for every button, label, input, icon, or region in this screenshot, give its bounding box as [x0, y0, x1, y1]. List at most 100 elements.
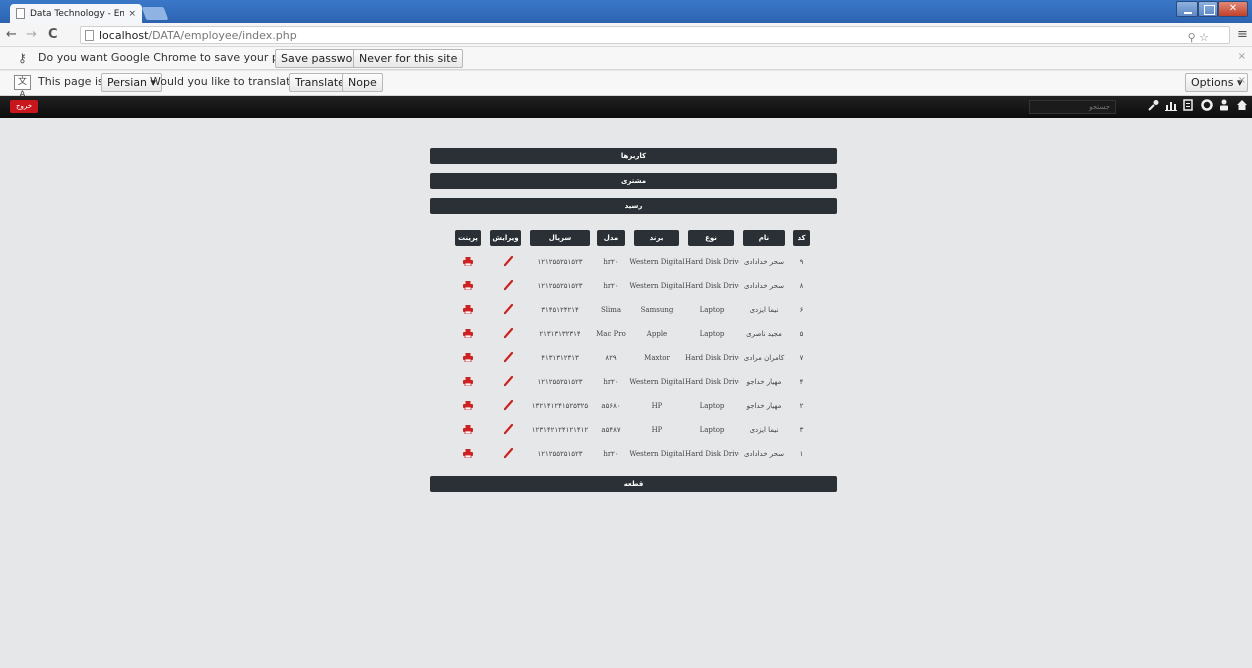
- cell-brand: Western Digital: [629, 282, 685, 290]
- cell-name: سحر خدادادی: [743, 450, 785, 458]
- table-row: ۴۱۳۱۳۱۲۳۱۳ ۸۲۹ Maxtor Hard Disk Drive کامران…: [455, 348, 810, 368]
- cell-brand: Western Digital: [629, 258, 685, 266]
- table-row: ۱۲۳۱۴۲۱۲۴۱۲۱۴۱۲ a۵۴۸۷ HP Laptop نیما ایزدی ۳: [455, 420, 810, 440]
- translate-infobar: 文A This page is in Persian ▾ Would you l…: [0, 71, 1252, 100]
- cell-code: ۶: [799, 306, 804, 314]
- cell-type: Laptop: [699, 306, 725, 314]
- cell-model: hr۲۰: [603, 258, 619, 266]
- cell-code: ۴: [799, 378, 804, 386]
- table-header-row: پرینت ویرایش سریال مدل برند نوع نام کد: [455, 230, 810, 246]
- table-row: ۱۲۱۲۵۵۲۵۱۵۲۳ hr۲۰ Western Digital Hard Disk…: [455, 444, 810, 464]
- edit-icon[interactable]: [503, 424, 513, 435]
- cell-name: مجید ناصری: [746, 330, 782, 338]
- cell-name: سحر خدادادی: [743, 282, 785, 290]
- edit-icon[interactable]: [503, 256, 513, 267]
- cell-name: کامران مرادی: [743, 354, 785, 362]
- forward-icon[interactable]: →: [26, 26, 37, 44]
- cell-name: مهیار خداجو: [746, 378, 782, 386]
- cell-name: سحر خدادادی: [743, 258, 785, 266]
- cell-serial: ۲۱۳۱۳۱۳۲۳۱۴: [539, 330, 581, 338]
- user-icon[interactable]: [1219, 99, 1229, 115]
- back-icon[interactable]: ←: [6, 26, 17, 44]
- edit-icon[interactable]: [503, 376, 513, 387]
- wrench-icon[interactable]: [1148, 99, 1159, 115]
- cell-serial: ۱۳۲۱۴۱۲۴۱۵۲۵۳۲۵: [531, 402, 589, 410]
- cell-model: Mac Pro: [596, 330, 626, 338]
- maximize-button[interactable]: [1198, 1, 1218, 17]
- cell-code: ۳: [799, 426, 804, 434]
- print-icon[interactable]: [463, 305, 473, 314]
- menu-receipt[interactable]: رسید: [430, 198, 837, 214]
- never-for-site-button[interactable]: Never for this site: [353, 49, 464, 68]
- chrome-menu-icon[interactable]: ≡: [1237, 27, 1248, 42]
- cell-code: ۱: [799, 450, 804, 458]
- edit-icon[interactable]: [503, 400, 513, 411]
- edit-icon[interactable]: [503, 304, 513, 315]
- cell-brand: HP: [651, 426, 663, 434]
- cell-serial: ۱۲۱۲۵۵۲۵۱۵۲۳: [537, 378, 583, 386]
- cell-model: Slima: [600, 306, 622, 314]
- edit-icon[interactable]: [503, 448, 513, 459]
- column-header-name: نام: [743, 230, 785, 246]
- new-tab-button[interactable]: [141, 7, 169, 20]
- cell-name: مهیار خداجو: [746, 402, 782, 410]
- page-icon: [16, 8, 25, 19]
- print-icon[interactable]: [463, 329, 473, 338]
- cell-code: ۷: [799, 354, 804, 362]
- print-icon[interactable]: [463, 257, 473, 266]
- cell-name: نیما ایزدی: [749, 306, 779, 314]
- logout-button[interactable]: خروج: [10, 100, 38, 113]
- cell-type: Laptop: [699, 330, 725, 338]
- settings-icon[interactable]: [1201, 99, 1213, 115]
- document-icon[interactable]: [1183, 99, 1193, 115]
- cell-serial: ۳۱۴۵۱۲۴۲۱۴: [541, 306, 579, 314]
- chart-icon[interactable]: [1165, 99, 1177, 115]
- menu-parts[interactable]: قطعه: [430, 476, 837, 492]
- column-header-serial: سریال: [530, 230, 590, 246]
- close-icon[interactable]: ×: [1238, 75, 1246, 86]
- print-icon[interactable]: [463, 401, 473, 410]
- browser-tab[interactable]: Data Technology - Emplo ×: [10, 4, 142, 23]
- cell-brand: Western Digital: [629, 378, 685, 386]
- minimize-button[interactable]: [1176, 1, 1198, 17]
- print-icon[interactable]: [463, 425, 473, 434]
- search-input[interactable]: جستجو: [1029, 100, 1116, 114]
- edit-icon[interactable]: [503, 352, 513, 363]
- nope-button[interactable]: Nope: [342, 73, 383, 92]
- zoom-star-icons[interactable]: ⚲ ☆: [1188, 31, 1209, 44]
- print-icon[interactable]: [463, 281, 473, 290]
- browser-toolbar: ← → C localhost /DATA/employee/index.php…: [0, 23, 1252, 47]
- print-icon[interactable]: [463, 353, 473, 362]
- cell-code: ۸: [799, 282, 804, 290]
- tab-close-button[interactable]: ×: [128, 9, 136, 19]
- browser-title-bar: Data Technology - Emplo × ✕: [0, 0, 1252, 23]
- print-icon[interactable]: [463, 449, 473, 458]
- menu-customer[interactable]: مشتری: [430, 173, 837, 189]
- cell-type: Hard Disk Drive: [685, 282, 739, 290]
- cell-model: hr۲۰: [603, 378, 619, 386]
- url-path: /DATA/employee/index.php: [148, 28, 297, 42]
- cell-type: Hard Disk Drive: [685, 354, 739, 362]
- cell-type: Laptop: [699, 402, 725, 410]
- cell-type: Hard Disk Drive: [685, 450, 739, 458]
- cell-type: Laptop: [699, 426, 725, 434]
- address-bar[interactable]: localhost /DATA/employee/index.php ⚲ ☆: [80, 26, 1230, 44]
- cell-brand: HP: [651, 402, 663, 410]
- table-row: ۱۲۱۲۵۵۲۵۱۵۲۳ hr۲۰ Western Digital Hard Disk…: [455, 372, 810, 392]
- print-icon[interactable]: [463, 377, 473, 386]
- cell-name: نیما ایزدی: [749, 426, 779, 434]
- cell-brand: Samsung: [640, 306, 674, 314]
- close-icon[interactable]: ×: [1238, 51, 1246, 62]
- window-close-button[interactable]: ✕: [1218, 1, 1248, 17]
- site-nav-bar: خروج جستجو: [0, 96, 1252, 118]
- cell-model: ۸۲۹: [605, 354, 617, 362]
- tab-title: Data Technology - Emplo: [30, 8, 125, 19]
- reload-icon[interactable]: C: [48, 26, 58, 44]
- edit-icon[interactable]: [503, 328, 513, 339]
- edit-icon[interactable]: [503, 280, 513, 291]
- cell-type: Hard Disk Drive: [685, 258, 739, 266]
- menu-users[interactable]: کاربرها: [430, 148, 837, 164]
- home-icon[interactable]: [1236, 99, 1248, 115]
- table-row: ۱۲۱۲۵۵۲۵۱۵۲۳ hr۲۰ Western Digital Hard Disk…: [455, 252, 810, 272]
- translate-icon: 文A: [14, 75, 31, 100]
